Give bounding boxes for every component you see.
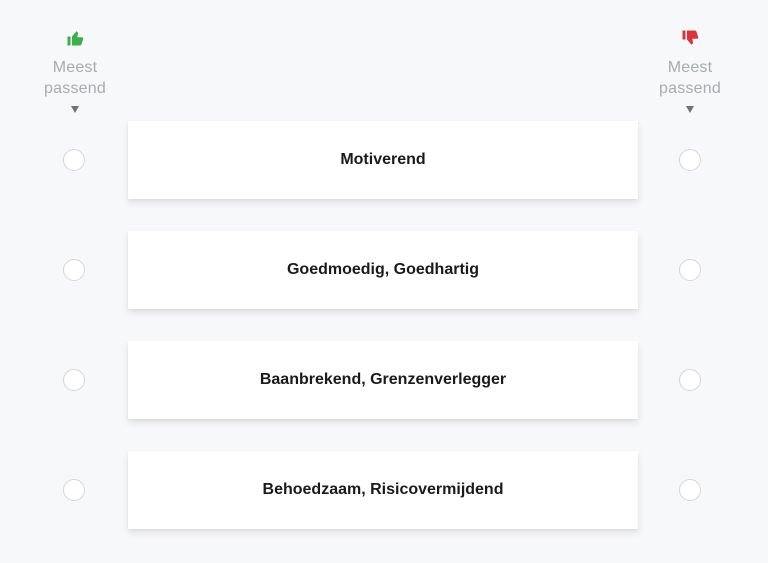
thumbs-up-icon: [67, 31, 84, 46]
caret-down-icon: [686, 106, 694, 113]
least-fitting-radio[interactable]: [679, 259, 701, 281]
option-card: Goedmoedig, Goedhartig: [128, 231, 638, 309]
most-fitting-label-line2: passend: [44, 80, 106, 97]
thumbs-down-icon: [682, 30, 699, 45]
caret-down-icon: [71, 106, 79, 113]
most-least-question: Meest passend Meest passend Motiverend G…: [0, 0, 768, 563]
option-row: Baanbrekend, Grenzenverlegger: [0, 341, 768, 419]
least-fitting-radio[interactable]: [679, 479, 701, 501]
most-fitting-radio[interactable]: [63, 369, 85, 391]
most-fitting-label-line1: Meest: [52, 59, 98, 76]
most-fitting-header: Meest passend: [25, 29, 125, 113]
option-label: Motiverend: [340, 151, 426, 168]
option-label: Baanbrekend, Grenzenverlegger: [259, 371, 507, 388]
option-row: Behoedzaam, Risicovermijdend: [0, 451, 768, 529]
most-fitting-radio[interactable]: [63, 259, 85, 281]
least-fitting-label-line1: Meest: [667, 59, 713, 76]
least-fitting-label-line2: passend: [659, 80, 721, 97]
option-row: Goedmoedig, Goedhartig: [0, 231, 768, 309]
most-fitting-label: Meest passend: [44, 57, 106, 99]
least-fitting-header: Meest passend: [640, 29, 740, 113]
option-label: Goedmoedig, Goedhartig: [286, 261, 479, 278]
most-fitting-radio[interactable]: [63, 149, 85, 171]
option-card: Behoedzaam, Risicovermijdend: [128, 451, 638, 529]
option-card: Baanbrekend, Grenzenverlegger: [128, 341, 638, 419]
least-fitting-radio[interactable]: [679, 149, 701, 171]
least-fitting-label: Meest passend: [659, 57, 721, 99]
most-fitting-radio[interactable]: [63, 479, 85, 501]
option-label: Behoedzaam, Risicovermijdend: [262, 481, 504, 498]
option-row: Motiverend: [0, 121, 768, 199]
least-fitting-radio[interactable]: [679, 369, 701, 391]
option-card: Motiverend: [128, 121, 638, 199]
